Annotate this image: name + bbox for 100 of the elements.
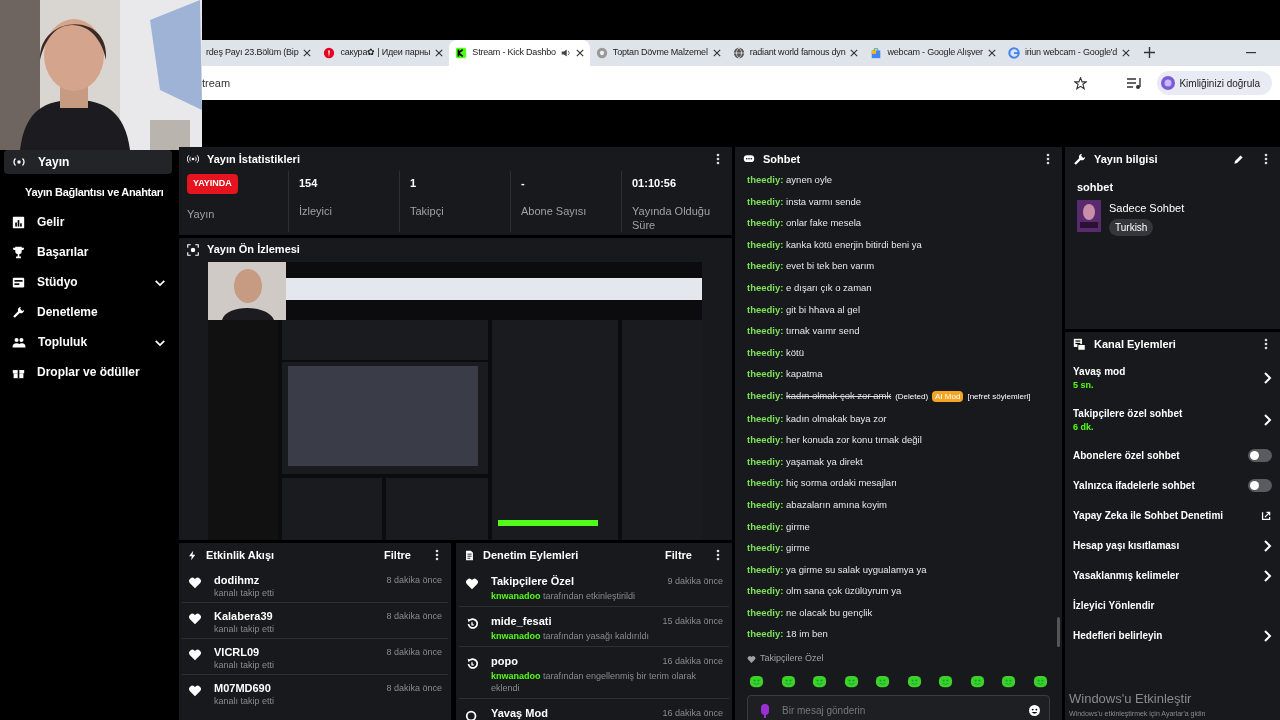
setting-label[interactable]: Yasaklanmış kelimeler (1073, 568, 1262, 583)
people-icon (12, 335, 26, 349)
message-input[interactable]: Bir mesaj gönderin (747, 694, 1050, 720)
microphone-icon[interactable] (761, 703, 769, 718)
sidebar-item[interactable]: Yayın (4, 150, 172, 174)
setting-label[interactable]: Hedefleri belirleyin (1073, 628, 1262, 643)
panel-title: Sohbet (763, 151, 802, 167)
close-icon[interactable] (712, 49, 721, 57)
username: Kalabera39 (214, 610, 274, 622)
close-icon[interactable] (850, 49, 859, 57)
stat-label: Yayın (187, 206, 216, 222)
site-icon (595, 47, 608, 59)
address-bar[interactable]: tream (202, 74, 1059, 92)
media-list-icon[interactable] (1127, 77, 1142, 89)
chevron-right-icon[interactable] (1262, 371, 1272, 386)
toggle-switch[interactable] (1248, 449, 1272, 462)
pencil-icon[interactable] (1233, 153, 1244, 165)
browser-tab[interactable]: rdeş Payı 23.Bölüm (Bip (200, 40, 318, 66)
emote-icon[interactable] (938, 673, 954, 689)
more-icon[interactable] (716, 153, 720, 165)
sidebar-item[interactable]: Stüdyo (4, 270, 172, 294)
sidebar-item[interactable]: Gelir (4, 210, 172, 234)
chat-message: theediy: yaşamak ya direkt (747, 454, 864, 468)
emoji-icon[interactable] (1029, 704, 1040, 716)
emote-icon[interactable] (1032, 673, 1048, 689)
more-icon[interactable] (1264, 338, 1268, 350)
emote-icon[interactable] (969, 673, 985, 689)
speaker-icon[interactable] (560, 48, 571, 58)
list-board-icon (1073, 337, 1086, 351)
chat-message: theediy: onlar fake mesela (747, 216, 863, 230)
close-icon[interactable] (575, 49, 584, 57)
tag: Turkish (1109, 219, 1154, 236)
chevron-right-icon[interactable] (1262, 412, 1272, 427)
chat-message: theediy: kadın olmak çok zor amk (Deleted) AI Mod [nefret söylemleri] (747, 388, 1032, 403)
toggle-switch[interactable] (1248, 479, 1272, 492)
stat-label: Yayında Olduğu Süre (632, 203, 712, 232)
chat-message: theediy: kanka kötü enerjin bitirdi beni ya (747, 237, 923, 251)
stat-value: 154 (299, 176, 319, 191)
chat-message: theediy: kötü (747, 345, 806, 359)
panel-title: Yayın Ön İzlemesi (207, 242, 301, 258)
emote-icon[interactable] (906, 673, 922, 689)
site-icon (1007, 47, 1020, 59)
panel-title: Yayın bilgisi (1094, 151, 1159, 167)
tab-title: сакура✿ | Идеи парны (340, 46, 431, 60)
sidebar-item[interactable]: Denetleme (4, 300, 172, 324)
panel-title: Denetim Eylemleri (483, 547, 580, 563)
action-text: knwanadoo tarafından engellenmiş bir terim olarak eklendi (491, 670, 698, 694)
browser-tab[interactable]: webcam - Google Alışver (864, 40, 1002, 66)
sidebar-item[interactable]: Topluluk (4, 330, 172, 354)
bar-chart-icon (12, 215, 25, 229)
sidebar-item[interactable]: Yayın Bağlantısı ve Anahtarı (4, 180, 172, 204)
close-icon[interactable] (435, 49, 444, 57)
chat-message: theediy: abazaların amına koyim (747, 497, 888, 511)
emote-icon[interactable] (843, 673, 859, 689)
stat-value: - (521, 176, 526, 191)
chevron-right-icon[interactable] (1262, 538, 1272, 553)
chevron-right-icon[interactable] (1262, 568, 1272, 583)
browser-tab[interactable]: radiant world famous dyn (726, 40, 865, 66)
setting-label[interactable]: Yavaş mod (1073, 364, 1262, 379)
more-icon[interactable] (435, 549, 439, 561)
category-thumbnail[interactable] (1077, 199, 1101, 232)
emote-icon[interactable] (749, 673, 764, 689)
browser-tab[interactable]: Toptan Dövme Malzemel (589, 40, 727, 66)
chat-message: theediy: insta varmı sende (747, 194, 863, 208)
close-icon[interactable] (987, 49, 996, 57)
sidebar-item[interactable]: Droplar ve ödüller (4, 360, 172, 384)
tab-title: radiant world famous dyn (749, 46, 846, 60)
close-icon[interactable] (303, 49, 312, 57)
new-tab-icon[interactable] (1144, 47, 1156, 58)
chevron-right-icon[interactable] (1262, 628, 1272, 643)
close-icon[interactable] (1122, 49, 1131, 57)
emote-icon[interactable] (812, 673, 828, 689)
username: dodihmz (214, 574, 261, 586)
chat-message: theediy: 18 im ben (747, 627, 829, 641)
browser-tab[interactable]: сакура✿ | Идеи парны (317, 40, 450, 66)
verify-button[interactable]: Kimliğinizi doğrula (1157, 71, 1272, 95)
emote-icon[interactable] (780, 673, 796, 689)
browser-tab[interactable]: iriun webcam - Google'd (1001, 40, 1137, 66)
action-title: mide_fesati (491, 615, 553, 628)
emote-icon[interactable] (875, 673, 891, 689)
setting-label[interactable]: Takipçilere özel sohbet (1073, 405, 1262, 421)
timestamp: 16 dakika önce (662, 655, 723, 668)
more-icon[interactable] (1264, 153, 1268, 165)
filter-button[interactable]: Filtre (665, 546, 692, 564)
setting-label[interactable]: İzleyici Yönlendir (1073, 598, 1272, 613)
star-icon[interactable] (1074, 76, 1088, 90)
chat-message: theediy: hiç sorma ordaki mesajları (747, 476, 898, 490)
chat-message: theediy: kapatma (747, 367, 824, 381)
external-link-icon[interactable] (1261, 510, 1272, 521)
more-icon[interactable] (1046, 153, 1050, 165)
username: M07MD690 (214, 682, 272, 694)
setting-label[interactable]: Hesap yaşı kısıtlaması (1073, 538, 1262, 553)
chat-message: theediy: tırnak vaımr send (747, 324, 861, 338)
more-icon[interactable] (716, 549, 720, 561)
minimize-icon[interactable] (1246, 52, 1256, 54)
filter-button[interactable]: Filtre (384, 546, 411, 564)
tab-title: Stream - Kick Dashbo (472, 46, 556, 60)
emote-icon[interactable] (1001, 673, 1017, 689)
browser-tab[interactable]: Stream - Kick Dashbo (449, 40, 590, 66)
sidebar-item[interactable]: Başarılar (4, 240, 172, 264)
